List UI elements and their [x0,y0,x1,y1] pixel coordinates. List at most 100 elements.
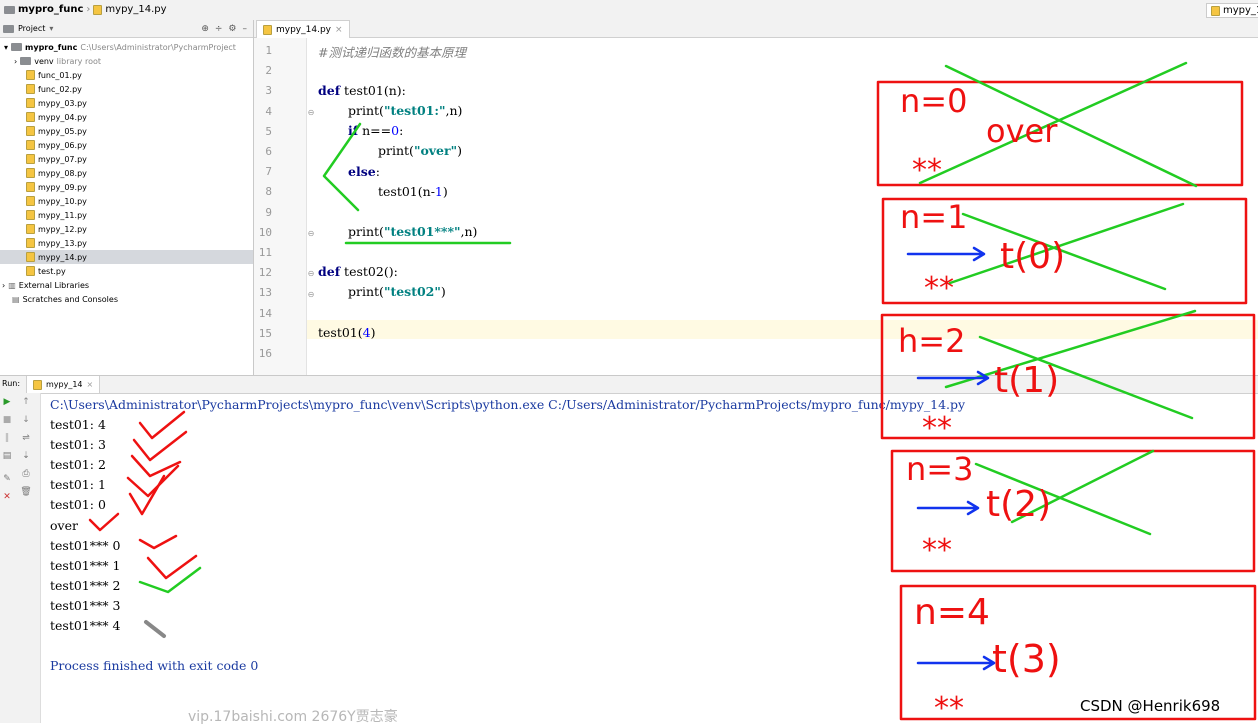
tree-item-file[interactable]: test.py [0,264,253,278]
project-icon [3,24,14,33]
run-command: C:\Users\Administrator\PycharmProjects\m… [50,397,966,412]
code-line-3[interactable]: def test01(n): [318,83,406,98]
line-number: 10 [258,225,272,239]
close-icon[interactable]: × [87,380,94,389]
breadcrumb: mypro_func › mypy_14.py [4,4,167,15]
fold-icon[interactable]: ⊖ [306,229,316,239]
chevron-right-icon: › [86,4,91,15]
locate-icon[interactable]: ⊕ [201,24,209,34]
scroll-down-icon[interactable]: ↓ [20,414,32,426]
close-icon[interactable]: × [335,25,343,35]
run-config-label: mypy_1 [1223,5,1258,16]
file-name: func_02.py [38,84,82,94]
run-config-selector[interactable]: mypy_1 [1206,3,1258,18]
tree-item-file[interactable]: mypy_14.py [0,250,253,264]
expand-arrow-icon: ▾ [4,42,9,52]
watermark-right: CSDN @Henrik698 [1080,697,1221,715]
line-number: 6 [265,145,272,158]
folder-icon [11,43,23,51]
tree-item-file[interactable]: mypy_09.py [0,180,253,194]
python-file-icon [263,24,272,35]
run-label: Run: [2,379,21,388]
tree-item-file[interactable]: mypy_06.py [0,138,253,152]
tree-item-file[interactable]: mypy_08.py [0,166,253,180]
red-check-mark [132,430,188,462]
code-line-7[interactable]: else: [348,164,380,179]
tree-item-file[interactable]: mypy_07.py [0,152,253,166]
print-icon[interactable]: ⎙ [20,468,32,480]
root-folder-path: C:\Users\Administrator\PycharmProject [80,42,236,52]
file-name: mypy_06.py [38,140,87,150]
red-check-mark [126,464,180,498]
file-name: mypy_11.py [38,210,87,220]
trash-icon[interactable]: 🗑 [20,486,32,498]
code-line-1[interactable]: #测试递归函数的基本原理 [318,42,466,61]
scratches-label: Scratches and Consoles [22,294,118,304]
tree-item-file[interactable]: mypy_13.py [0,236,253,250]
code-line-15[interactable]: test01(4) [318,325,376,340]
layout-icon[interactable]: ▤ [1,450,13,462]
python-file-icon [26,154,35,164]
python-file-icon [93,4,103,15]
box3-stars: ** [922,411,952,446]
breadcrumb-project[interactable]: mypro_func [18,4,83,15]
stop-icon[interactable]: ■ [1,414,13,426]
python-file-icon [26,182,35,192]
scroll-up-icon[interactable]: ↑ [20,396,32,408]
code-line-10[interactable]: print("test01***",n) [348,224,477,239]
fold-icon[interactable]: ⊖ [306,269,316,279]
line-number: 9 [265,205,272,219]
box5-call: t(3) [992,637,1061,681]
file-name: mypy_05.py [38,126,87,136]
run-icon[interactable]: ▶ [1,396,13,408]
tree-item-venv[interactable]: › venv library root [0,54,253,68]
collapse-icon[interactable]: ÷ [215,24,223,34]
line-number: 4 [265,104,272,118]
gear-icon[interactable]: ⚙ [228,24,236,34]
tree-item-file[interactable]: mypy_11.py [0,208,253,222]
code-line-4[interactable]: print("test01:",n) [348,103,462,118]
tree-item-file[interactable]: mypy_05.py [0,124,253,138]
code-line-6[interactable]: print("over") [378,143,462,158]
code-line-8[interactable]: test01(n-1) [378,184,448,199]
chevron-down-icon[interactable]: ▾ [49,24,53,33]
tree-item-scratches[interactable]: ▤ Scratches and Consoles [0,292,253,306]
tree-root[interactable]: ▾ mypro_func C:\Users\Administrator\Pych… [0,40,253,54]
line-number: 14 [258,306,272,320]
box5-n: n=4 [914,592,990,633]
fold-icon[interactable]: ⊖ [306,108,316,118]
file-name: mypy_13.py [38,238,87,248]
external-libraries-label: External Libraries [18,280,90,290]
pin-icon[interactable]: ✎ [1,473,13,485]
red-check-mark [130,454,182,478]
code-line-12[interactable]: def test02(): [318,264,398,279]
tree-item-file[interactable]: mypy_03.py [0,96,253,110]
tree-item-file[interactable]: func_01.py [0,68,253,82]
python-file-icon [26,224,35,234]
tree-item-external-libraries[interactable]: › ▥ External Libraries [0,278,253,292]
file-name: mypy_07.py [38,154,87,164]
tree-item-file[interactable]: mypy_04.py [0,110,253,124]
project-view-selector[interactable]: Project [18,24,45,33]
tab-mypy-14[interactable]: mypy_14.py × [256,20,350,38]
code-line-5[interactable]: if n==0: [348,123,403,138]
minimize-icon[interactable]: – [243,24,248,34]
soft-wrap-icon[interactable]: ⇌ [20,432,32,444]
console-output-line: test01*** 2 [50,577,121,593]
run-toolstrip: ▶ ■ ‖ ▤ ✎ ✕ ↑ ↓ ⇌ ⇣ ⎙ 🗑 [0,393,41,723]
run-panel-header: Run: mypy_14 × [0,375,1258,394]
close-run-icon[interactable]: ✕ [1,491,13,503]
run-tab[interactable]: mypy_14 × [26,376,101,393]
code-line-13[interactable]: print("test02") [348,284,446,299]
tree-item-file[interactable]: mypy_10.py [0,194,253,208]
scroll-to-end-icon[interactable]: ⇣ [20,450,32,462]
python-file-icon [26,196,35,206]
folder-icon [20,57,32,65]
fold-icon[interactable]: ⊖ [306,290,316,300]
breadcrumb-file[interactable]: mypy_14.py [105,4,166,15]
tree-item-file[interactable]: mypy_12.py [0,222,253,236]
red-check-mark [146,554,198,580]
pause-icon[interactable]: ‖ [1,432,13,444]
tree-item-file[interactable]: func_02.py [0,82,253,96]
venv-suffix: library root [56,56,101,66]
